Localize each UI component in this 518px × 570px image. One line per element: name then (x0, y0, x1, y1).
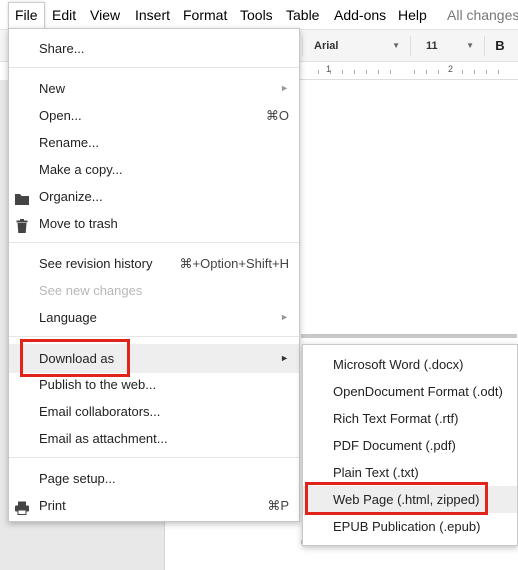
submenu-item-txt[interactable]: Plain Text (.txt) (303, 459, 517, 486)
submenu-item-epub[interactable]: EPUB Publication (.epub) (303, 513, 517, 540)
menu-item-label: See revision history (39, 256, 153, 271)
ruler-tick (390, 70, 391, 74)
submenu-item-docx[interactable]: Microsoft Word (.docx) (303, 351, 517, 378)
menu-item-email-attachment[interactable]: Email as attachment... (9, 425, 299, 452)
menu-bar: File Edit View Insert Format Tools Table… (0, 0, 518, 30)
chevron-down-icon: ▼ (392, 41, 400, 50)
ruler-tick (486, 70, 487, 74)
menu-separator (9, 67, 299, 68)
ruler-tick (474, 70, 475, 74)
folder-icon (14, 189, 30, 205)
menu-item-label: Page setup... (39, 471, 116, 486)
shortcut-label: ⌘O (265, 108, 289, 123)
menu-item-label: Organize... (39, 189, 103, 204)
font-family-select[interactable]: Arial ▼ (308, 34, 406, 58)
font-size-select[interactable]: 11 ▼ (416, 34, 480, 58)
ruler-number: 2 (448, 64, 454, 74)
menu-separator (9, 242, 299, 243)
ruler-tick (498, 70, 499, 74)
menu-item-page-setup[interactable]: Page setup... (9, 465, 299, 492)
menu-insert[interactable]: Insert (130, 0, 175, 30)
submenu-item-html-zipped[interactable]: Web Page (.html, zipped) (303, 486, 517, 513)
ruler-tick (354, 70, 355, 74)
menu-item-label: Email as attachment... (39, 431, 168, 446)
trash-icon (14, 216, 30, 233)
menu-item-label: Open... (39, 108, 82, 123)
download-as-submenu: Microsoft Word (.docx) OpenDocument Form… (302, 344, 518, 546)
menu-table[interactable]: Table (281, 0, 324, 30)
menu-item-label: Language (39, 310, 97, 325)
menu-item-download-as[interactable]: Download as ► (9, 344, 299, 373)
menu-item-print[interactable]: Print ⌘P (9, 492, 299, 519)
toolbar-divider (302, 36, 303, 56)
menu-item-label: Make a copy... (39, 162, 123, 177)
menu-item-rename[interactable]: Rename... (9, 129, 299, 156)
menu-item-see-new-changes: See new changes (9, 277, 299, 304)
menu-separator (9, 457, 299, 458)
menu-item-move-to-trash[interactable]: Move to trash (9, 210, 299, 237)
ruler-tick (462, 70, 463, 74)
menu-item-label: Share... (39, 41, 85, 56)
menu-item-new[interactable]: New ► (9, 75, 299, 102)
save-status: All changes (447, 7, 518, 23)
menu-item-label: Download as (39, 351, 115, 366)
menu-item-publish-to-web[interactable]: Publish to the web... (9, 371, 299, 398)
toolbar-divider (484, 36, 485, 56)
toolbar-divider (410, 36, 411, 56)
menu-item-label: Publish to the web... (39, 377, 157, 392)
google-docs-window: File Edit View Insert Format Tools Table… (0, 0, 518, 570)
menu-item-make-copy[interactable]: Make a copy... (9, 156, 299, 183)
ruler-tick (342, 70, 343, 74)
menu-item-open[interactable]: Open... ⌘O (9, 102, 299, 129)
menu-item-label: Move to trash (39, 216, 118, 231)
ruler-tick (426, 70, 427, 74)
menu-file[interactable]: File (8, 2, 45, 28)
bold-button[interactable]: B (490, 34, 510, 58)
file-menu: Share... New ► Open... ⌘O Rename... Make… (8, 28, 300, 522)
submenu-arrow-icon: ► (280, 83, 289, 93)
doc-text-line (301, 334, 517, 338)
menu-separator (9, 336, 299, 337)
menu-item-label: Email collaborators... (39, 404, 161, 419)
font-family-value: Arial (314, 40, 339, 52)
menu-edit[interactable]: Edit (47, 0, 81, 30)
menu-item-language[interactable]: Language ► (9, 304, 299, 331)
submenu-item-rtf[interactable]: Rich Text Format (.rtf) (303, 405, 517, 432)
chevron-down-icon: ▼ (466, 41, 474, 50)
menu-item-label: Print (39, 498, 66, 513)
ruler[interactable]: 1 2 (300, 62, 518, 80)
ruler-tick (438, 70, 439, 74)
shortcut-label: ⌘P (267, 498, 289, 513)
ruler-tick (366, 70, 367, 74)
printer-icon (14, 498, 30, 515)
menu-item-email-collaborators[interactable]: Email collaborators... (9, 398, 299, 425)
submenu-item-pdf[interactable]: PDF Document (.pdf) (303, 432, 517, 459)
menu-item-label: See new changes (39, 283, 143, 298)
submenu-arrow-icon: ► (280, 312, 289, 322)
menu-format[interactable]: Format (178, 0, 232, 30)
shortcut-label: ⌘+Option+Shift+H (179, 256, 289, 271)
ruler-tick (318, 70, 319, 74)
ruler-tick (378, 70, 379, 74)
menu-item-share[interactable]: Share... (9, 35, 299, 62)
ruler-tick (414, 70, 415, 74)
menu-item-label: New (39, 81, 66, 96)
menu-tools[interactable]: Tools (235, 0, 278, 30)
ruler-number: 1 (326, 64, 332, 74)
submenu-item-odt[interactable]: OpenDocument Format (.odt) (303, 378, 517, 405)
menu-item-revision-history[interactable]: See revision history ⌘+Option+Shift+H (9, 250, 299, 277)
menu-view[interactable]: View (85, 0, 125, 30)
menu-item-label: Rename... (39, 135, 99, 150)
font-size-value: 11 (426, 40, 438, 52)
menu-item-organize[interactable]: Organize... (9, 183, 299, 210)
menu-add-ons[interactable]: Add-ons (329, 0, 391, 30)
submenu-arrow-icon: ► (280, 353, 289, 363)
menu-help[interactable]: Help (393, 0, 432, 30)
